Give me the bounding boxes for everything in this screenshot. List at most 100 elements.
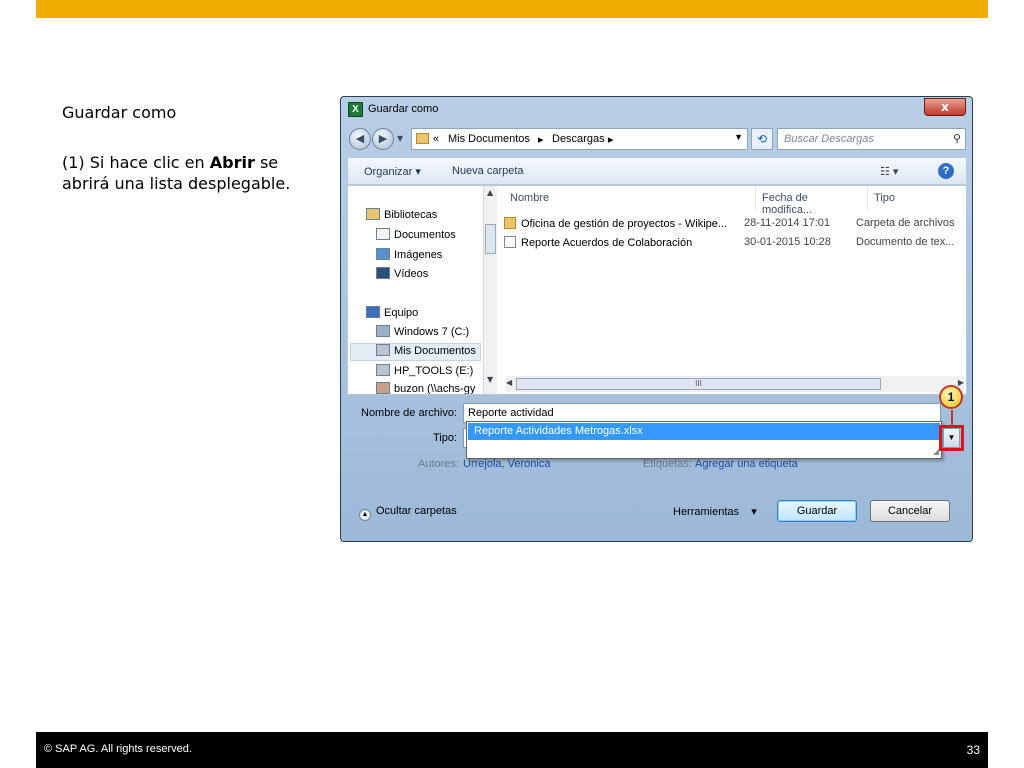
file-row[interactable]: Oficina de gestión de proyectos - Wikipe… — [504, 215, 964, 233]
scroll-down-icon[interactable]: ▼ — [487, 375, 493, 384]
navigation-bar: ◀ ▶ ▼ « Mis Documentos ▸ Descargas ▸ ▼ ⟲… — [345, 125, 969, 153]
column-header-type[interactable]: Tipo — [868, 186, 964, 210]
nav-item-imagenes[interactable]: Imágenes — [376, 248, 481, 266]
new-folder-button[interactable]: Nueva carpeta — [452, 165, 524, 177]
nav-item-equipo[interactable]: Equipo — [366, 306, 481, 324]
address-segment-mis-documentos[interactable]: Mis Documentos — [448, 133, 530, 145]
command-toolbar: Organizar ▾ Nueva carpeta ☷ ▾ ? — [347, 157, 967, 185]
back-button[interactable]: ◀ — [349, 128, 371, 150]
excel-icon: X — [348, 102, 363, 117]
address-bar[interactable]: « Mis Documentos ▸ Descargas ▸ ▼ — [411, 128, 748, 150]
nav-item-bibliotecas[interactable]: Bibliotecas — [366, 208, 481, 226]
save-as-dialog: X Guardar como x ◀ ▶ ▼ « Mis Documentos … — [340, 96, 973, 542]
drive-icon — [376, 344, 390, 356]
address-segment-descargas[interactable]: Descargas — [552, 133, 605, 145]
file-date: 30-01-2015 10:28 — [744, 236, 831, 248]
dialog-title: Guardar como — [368, 103, 439, 115]
documents-icon — [376, 228, 390, 240]
search-placeholder: Buscar Descargas — [784, 133, 874, 145]
organize-button[interactable]: Organizar ▾ — [364, 165, 421, 178]
pictures-icon — [376, 248, 390, 260]
chevron-right-icon[interactable]: ▸ — [608, 133, 614, 146]
refresh-button[interactable]: ⟲ — [751, 128, 773, 150]
highlight-box — [939, 425, 964, 451]
chevron-up-icon: ▲ — [359, 509, 371, 521]
column-header-name[interactable]: Nombre — [504, 186, 756, 210]
nav-item-label: Equipo — [384, 307, 419, 319]
file-type: Documento de tex... — [856, 236, 955, 248]
file-date: 28-11-2014 17:01 — [744, 217, 831, 229]
videos-icon — [376, 267, 390, 279]
horizontal-scrollbar[interactable]: ◀ III ▶ — [506, 376, 964, 392]
close-button[interactable]: x — [924, 98, 966, 116]
file-list: Nombre Fecha de modifica... Tipo Oficina… — [498, 186, 966, 394]
search-icon[interactable]: ⚲ — [953, 132, 961, 145]
navigation-pane: Bibliotecas Documentos Imágenes Vídeos E… — [348, 186, 483, 394]
file-name-label: Oficina de gestión de proyectos - Wikipe… — [521, 218, 728, 230]
network-drive-icon — [376, 382, 390, 394]
column-header-date[interactable]: Fecha de modifica... — [756, 186, 868, 216]
libraries-icon — [366, 208, 380, 220]
nav-item-label: Mis Documentos — [394, 345, 476, 357]
dialog-titlebar: X Guardar como x — [341, 97, 972, 123]
dropdown-option[interactable]: Reporte Actividades Metrogas.xlsx — [468, 423, 940, 440]
organize-label: Organizar — [364, 166, 413, 178]
browser-content: Bibliotecas Documentos Imágenes Vídeos E… — [347, 185, 967, 395]
authors-value[interactable]: Urrejola, Veronica — [463, 458, 550, 470]
scroll-thumb[interactable]: III — [516, 378, 881, 390]
save-form: Nombre de archivo: Reporte actividad Tip… — [341, 385, 972, 477]
chevron-right-icon[interactable]: ▸ — [538, 133, 544, 146]
forward-button[interactable]: ▶ — [372, 128, 394, 150]
scroll-thumb[interactable] — [485, 224, 496, 254]
tags-label: Etiquetas: — [643, 458, 692, 470]
file-type: Carpeta de archivos — [856, 217, 955, 229]
help-icon[interactable]: ? — [938, 163, 954, 179]
type-label: Tipo: — [433, 432, 458, 444]
save-button[interactable]: Guardar — [777, 500, 857, 522]
nav-item-mis-documentos[interactable]: Mis Documentos — [350, 343, 481, 361]
tags-value[interactable]: Agregar una etiqueta — [695, 458, 798, 470]
filename-label: Nombre de archivo: — [361, 407, 457, 419]
tools-label: Herramientas — [673, 506, 740, 518]
nav-pane-scrollbar[interactable]: ▲ ▼ — [483, 186, 497, 394]
chevron-down-icon: ▾ — [415, 166, 421, 178]
page-number: 33 — [966, 743, 980, 757]
chevron-down-icon: ▾ — [751, 506, 757, 518]
nav-item-hp-tools[interactable]: HP_TOOLS (E:) — [376, 364, 481, 382]
address-overflow[interactable]: « — [433, 133, 439, 145]
nav-item-label: Imágenes — [394, 249, 443, 261]
drive-icon — [376, 364, 390, 376]
scroll-right-icon[interactable]: ▶ — [958, 378, 964, 387]
nav-item-videos[interactable]: Vídeos — [376, 267, 481, 285]
scroll-up-icon[interactable]: ▲ — [487, 188, 493, 197]
footer-bar: © SAP AG. All rights reserved. 33 — [36, 732, 988, 768]
slide-heading: Guardar como — [62, 103, 177, 122]
file-row[interactable]: Reporte Acuerdos de Colaboración 30-01-2… — [504, 234, 964, 252]
filename-input[interactable]: Reporte actividad — [463, 403, 941, 423]
tools-button[interactable]: Herramientas ▾ — [673, 505, 757, 518]
nav-item-windows7[interactable]: Windows 7 (C:) — [376, 325, 481, 343]
nav-item-documentos[interactable]: Documentos — [376, 228, 481, 246]
search-input[interactable]: Buscar Descargas ⚲ — [777, 128, 966, 150]
filename-dropdown-list: Reporte Actividades Metrogas.xlsx ◢ — [466, 421, 942, 459]
recent-locations-icon[interactable]: ▼ — [397, 134, 403, 143]
view-options-icon[interactable]: ☷ ▾ — [880, 165, 898, 178]
file-name: Reporte Acuerdos de Colaboración — [504, 236, 736, 249]
nav-item-buzon[interactable]: buzon (\\achs-gy — [376, 382, 481, 394]
file-name: Oficina de gestión de proyectos - Wikipe… — [504, 217, 736, 230]
instruction-bold: Abrir — [209, 153, 255, 172]
top-accent-bar — [36, 0, 988, 18]
hide-folders-button[interactable]: ▲ Ocultar carpetas — [359, 505, 457, 521]
nav-item-label: Documentos — [394, 229, 456, 241]
authors-label: Autores: — [418, 458, 459, 470]
cancel-button[interactable]: Cancelar — [870, 500, 950, 522]
hide-folders-label: Ocultar carpetas — [376, 505, 457, 517]
chevron-down-icon[interactable]: ▼ — [734, 132, 743, 142]
scroll-left-icon[interactable]: ◀ — [506, 378, 512, 387]
folder-icon — [416, 133, 429, 144]
footer-copyright: © SAP AG. All rights reserved. — [44, 743, 192, 755]
nav-item-label: buzon (\\achs-gy — [394, 383, 476, 394]
drive-icon — [376, 325, 390, 337]
document-icon — [504, 236, 516, 248]
file-name-label: Reporte Acuerdos de Colaboración — [521, 237, 693, 249]
